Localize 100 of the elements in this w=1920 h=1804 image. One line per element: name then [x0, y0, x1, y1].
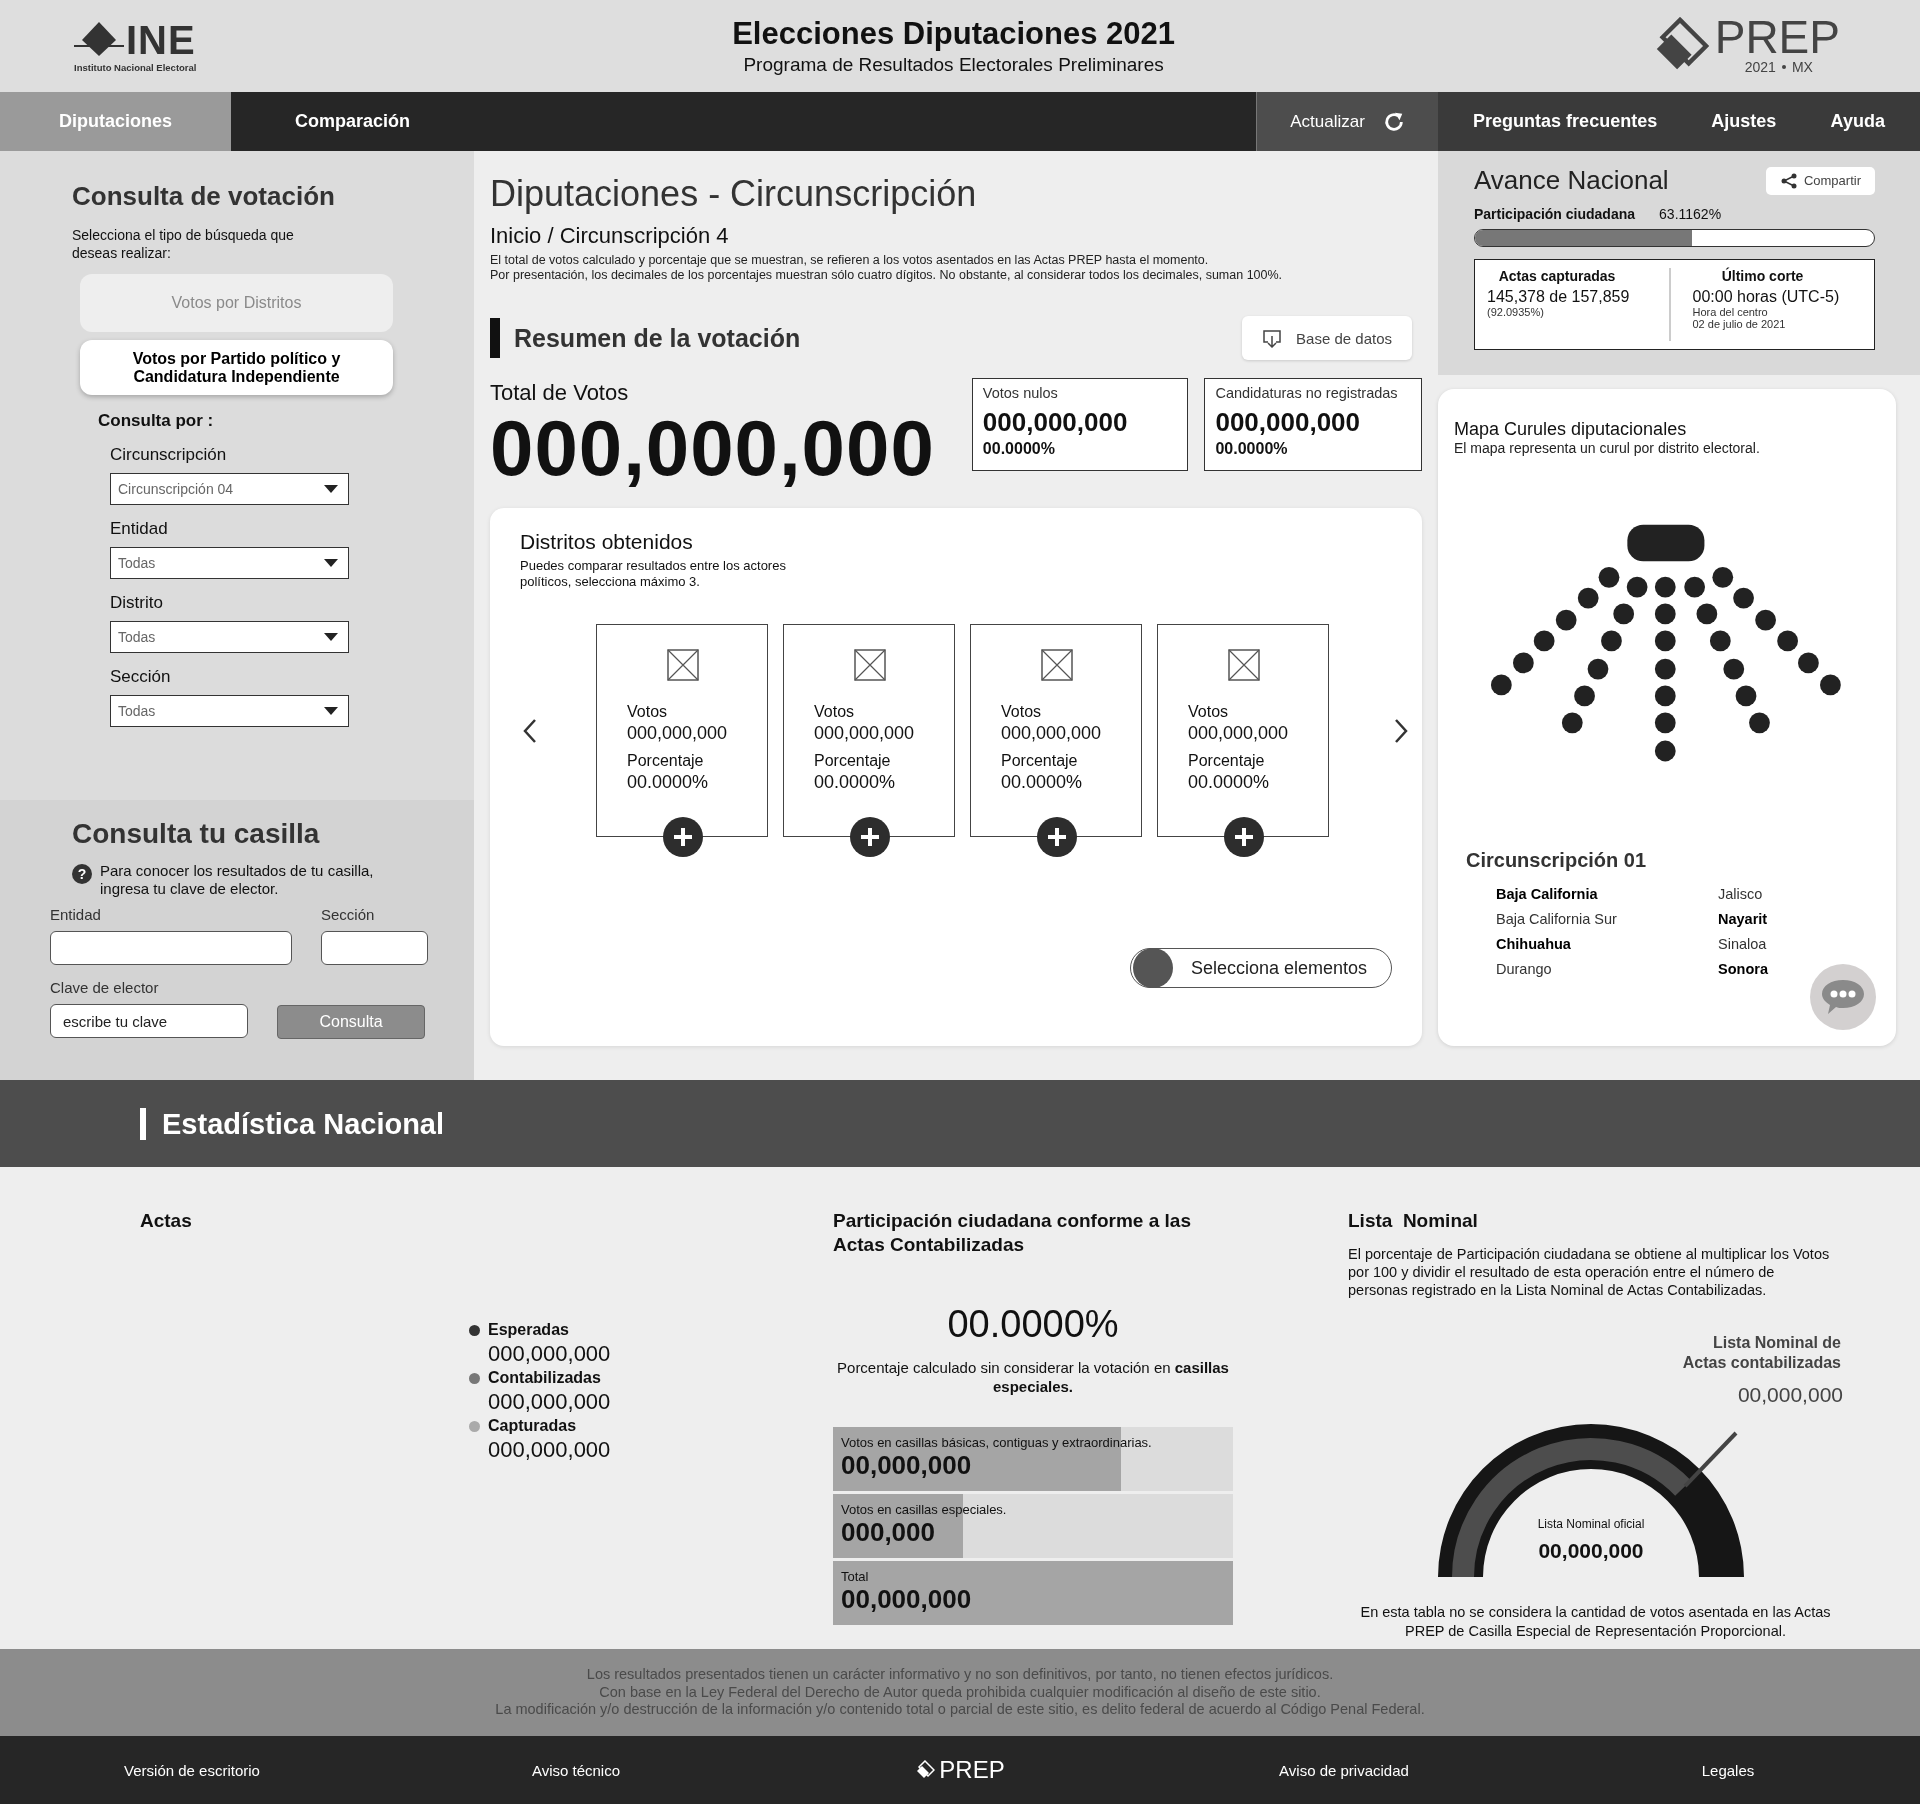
logo-country: MX	[1791, 58, 1813, 75]
refresh-icon	[1382, 110, 1405, 133]
card-title: Mapa Curules diputacionales	[1454, 419, 1688, 440]
dropdown[interactable]: Todas	[110, 621, 349, 654]
votes-label: Votos	[1188, 703, 1230, 722]
section-title: Consulta tu casilla	[72, 818, 321, 850]
note-text: En esta tabla no se considera la cantidad de votos asentada en las Actas PREP de Casilla Especial de Representación Proporcional.	[1359, 1603, 1832, 1641]
filter-label: Sección	[110, 667, 172, 688]
info-heading: Último corte	[1720, 268, 1805, 284]
help-icon: ?	[72, 864, 92, 884]
total-label: Total de Votos	[490, 380, 630, 406]
footer-link[interactable]: Versión de escritorio	[124, 1761, 260, 1779]
nav-link[interactable]: Ayuda	[1830, 111, 1885, 132]
dropdown[interactable]: Circunscripción 04	[110, 473, 349, 506]
panel-title: Avance Nacional	[1474, 165, 1669, 196]
field-label: Sección	[321, 906, 376, 923]
column-title: Participación ciudadana conforme a las Actas Contabilizadas	[833, 1209, 1192, 1257]
add-button[interactable]	[850, 817, 890, 858]
votes-value: 000,000,000	[814, 723, 916, 745]
footer-link[interactable]: Aviso de privacidad	[1279, 1761, 1409, 1779]
bar-label: Votos en casillas básicas, contiguas y extraordinarias.	[841, 1434, 1153, 1450]
percent-value: 00.0000%	[1001, 772, 1084, 794]
input-field[interactable]: escribe tu clave	[50, 1004, 248, 1038]
caret-icon	[324, 485, 338, 494]
note-text: El total de votos calculado y porcentaje que se muestran, se refieren a los votos asentados en las Actas PREP hasta el momento.	[490, 253, 1210, 267]
state-name[interactable]: Jalisco	[1718, 886, 1763, 911]
filter-label: Distrito	[110, 593, 164, 614]
votes-label: Votos	[627, 703, 669, 722]
logo-icon	[915, 1760, 936, 1780]
stat-label: Votos nulos	[982, 385, 1059, 401]
filter-label: Circunscripción	[110, 445, 228, 466]
add-button[interactable]	[1224, 817, 1264, 858]
breadcrumb-link[interactable]: Inicio	[490, 223, 542, 248]
state-name[interactable]: Baja California	[1496, 886, 1598, 911]
refresh-button[interactable]: Actualizar	[1256, 92, 1438, 151]
percent-value: 00.0000%	[627, 772, 710, 794]
votes-label: Votos	[1001, 703, 1043, 722]
image-placeholder-icon	[854, 649, 886, 682]
bar-label: Total	[841, 1568, 870, 1584]
info-detail: 02 de julio de 2021	[1692, 318, 1787, 330]
image-placeholder-icon	[667, 649, 699, 682]
add-button[interactable]	[663, 817, 703, 858]
dropdown[interactable]: Todas	[110, 547, 349, 580]
card-title: Distritos obtenidos	[520, 529, 694, 554]
footer-link[interactable]: Aviso técnico	[531, 1761, 621, 1779]
share-button[interactable]: Compartir	[1765, 166, 1875, 195]
section-heading: Estadística Nacional	[140, 1107, 445, 1140]
caret-icon	[324, 707, 338, 716]
info-heading: Actas capturadas	[1497, 268, 1617, 284]
participation-value: 63.1162%	[1659, 206, 1722, 222]
info-value: 145,378 de 157,859	[1487, 288, 1631, 306]
gauge-center-value: 00,000,000	[1537, 1539, 1645, 1564]
votes-label: Votos	[814, 703, 856, 722]
dropdown[interactable]: Todas	[110, 695, 349, 728]
column-title: Actas	[140, 1209, 193, 1233]
filter-heading: Consulta por :	[98, 411, 215, 432]
section-heading: Resumen de la votación	[490, 318, 801, 358]
stat-value: 000,000,000	[1215, 407, 1362, 438]
logo-year: 2021	[1744, 58, 1776, 75]
legend-label: Esperadas	[488, 1321, 569, 1339]
logo-subtitle: Instituto Nacional Electoral	[74, 61, 197, 73]
state-name[interactable]: Sonora	[1718, 961, 1768, 986]
state-name[interactable]: Chihuahua	[1496, 936, 1571, 961]
state-name[interactable]: Baja California Sur	[1496, 911, 1617, 936]
mode-button[interactable]: Votos por Partido político y Candidatura Independiente	[80, 340, 393, 396]
stat-percent: 00.0000%	[1215, 440, 1289, 458]
bar-value: 00,000,000	[841, 1583, 973, 1615]
stat-value: 000,000,000	[982, 407, 1129, 438]
caret-icon	[324, 559, 338, 568]
filter-label: Entidad	[110, 519, 169, 540]
state-name[interactable]: Durango	[1496, 961, 1552, 986]
legend-label: Contabilizadas	[488, 1369, 601, 1387]
percent-value: 00.0000%	[1188, 772, 1271, 794]
percent-label: Porcentaje	[1188, 752, 1266, 771]
leader-line	[1683, 1431, 1738, 1488]
download-button[interactable]: Base de datos	[1242, 316, 1412, 360]
download-icon	[1262, 328, 1283, 348]
percent-label: Porcentaje	[814, 752, 892, 771]
input-field[interactable]	[321, 931, 428, 965]
gauge-center-label: Lista Nominal oficial	[1536, 1517, 1646, 1532]
image-placeholder-icon	[1041, 649, 1073, 682]
input-field[interactable]	[50, 931, 292, 965]
note-text: Porcentaje calculado sin considerar la votación en casillas especiales.	[836, 1357, 1230, 1397]
nav-link[interactable]: Ajustes	[1711, 111, 1777, 132]
logo-text: INE	[126, 19, 196, 60]
nav-link[interactable]: Preguntas frecuentes	[1473, 111, 1658, 132]
toggle-switch[interactable]: Selecciona elementos	[1130, 948, 1392, 988]
stat-percent: 00.0000%	[982, 440, 1056, 458]
hint-text: Puedes comparar resultados entre los actores políticos, selecciona máximo 3.	[520, 557, 787, 591]
card-subtitle: El mapa representa un curul por distrito electoral.	[1454, 440, 1761, 456]
gauge-label: Lista Nominal de Actas contabilizadas	[1681, 1333, 1841, 1374]
bar-label: Votos en casillas especiales.	[841, 1501, 1008, 1517]
state-name[interactable]: Sinaloa	[1718, 936, 1767, 961]
disclaimer-text: Con base en la Ley Federal del Derecho de Autor queda prohibida cualquier modificación al diseño de este sitio.	[599, 1683, 1321, 1702]
bar-value: 00,000,000	[841, 1449, 973, 1481]
page-heading: Diputaciones - Circunscripción	[490, 173, 978, 215]
legend-value: 000,000,000	[488, 1389, 611, 1415]
state-name[interactable]: Nayarit	[1718, 911, 1768, 936]
add-button[interactable]	[1037, 817, 1077, 858]
footer-link[interactable]: Legales	[1701, 1761, 1755, 1779]
